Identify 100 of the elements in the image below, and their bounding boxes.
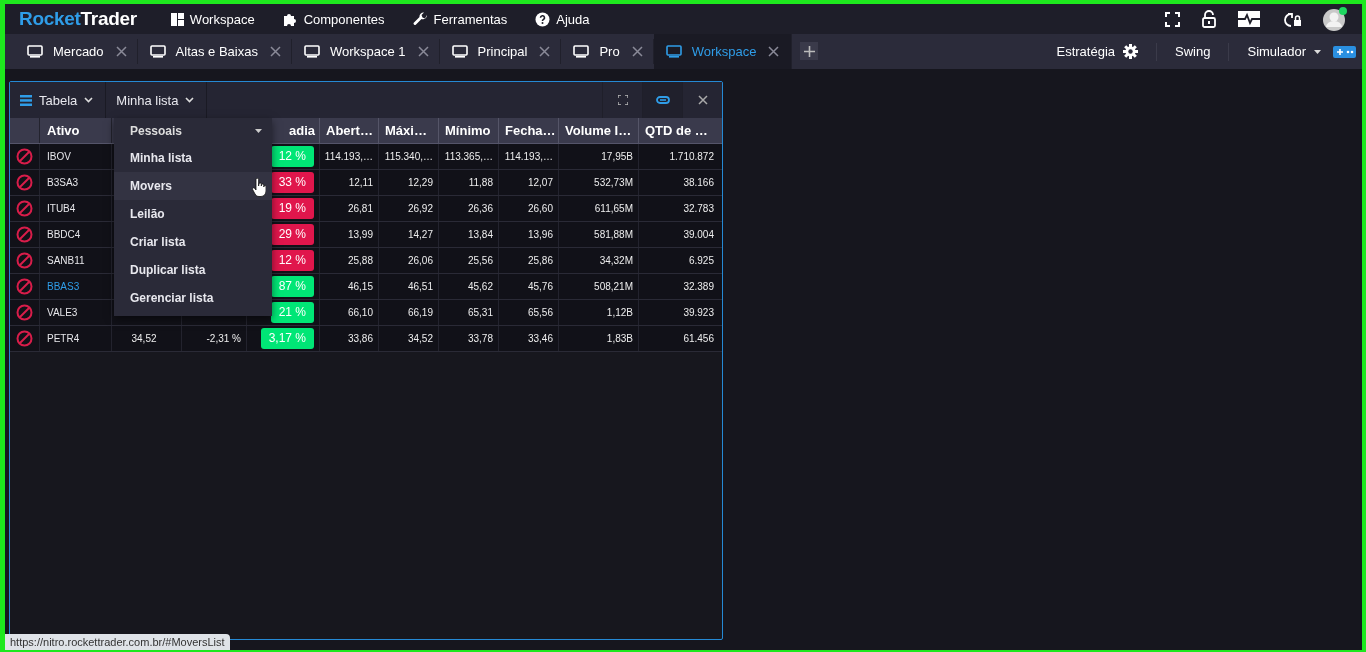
- column-header[interactable]: Abert…: [320, 118, 379, 143]
- table-cell: 26,06: [407, 255, 433, 266]
- table-cell: 38.166: [683, 177, 714, 188]
- blocked-icon[interactable]: [16, 252, 33, 269]
- table-cell: 33,46: [527, 333, 553, 344]
- ticker-cell: PETR4: [47, 333, 80, 344]
- change-badge: 3,17 %: [260, 328, 314, 349]
- close-icon[interactable]: [539, 46, 551, 57]
- monitor-icon: [303, 45, 320, 58]
- add-tab-button[interactable]: [800, 42, 819, 60]
- column-header[interactable]: Fecha…: [499, 118, 559, 143]
- toolbar-button[interactable]: Estratégia: [1038, 42, 1158, 61]
- table-cell: 33,86: [347, 333, 373, 344]
- blocked-icon[interactable]: [16, 174, 33, 191]
- avatar-icon[interactable]: [1322, 6, 1348, 32]
- settings-icon: [1123, 44, 1139, 59]
- menu-item[interactable]: Workspace: [170, 11, 255, 27]
- ticker-cell: SANB11: [47, 255, 85, 266]
- column-header[interactable]: Volume I…: [559, 118, 639, 143]
- blocked-icon[interactable]: [16, 330, 33, 347]
- table-cell: 33,78: [467, 333, 493, 344]
- table-cell: 34,52: [407, 333, 433, 344]
- table-cell: 6.925: [688, 255, 714, 266]
- ticker-cell: IBOV: [47, 151, 71, 162]
- table-cell: 13,96: [527, 229, 553, 240]
- table-cell: 114.193,…: [504, 151, 553, 162]
- table-cell: 13,99: [347, 229, 373, 240]
- table-cell: 26,36: [467, 203, 493, 214]
- menu-item[interactable]: Ferramentas: [412, 11, 508, 27]
- puzzle-icon: [282, 11, 298, 27]
- ticker-cell: VALE3: [47, 307, 78, 318]
- toolbar-button[interactable]: Swing: [1157, 42, 1230, 61]
- table-cell: 13,84: [467, 229, 493, 240]
- column-header[interactable]: Máxi…: [379, 118, 439, 143]
- workspace-tab[interactable]: Mercado: [15, 39, 138, 64]
- table-cell: 114.193,…: [324, 151, 373, 162]
- close-icon: [697, 95, 708, 105]
- blocked-icon[interactable]: [16, 226, 33, 243]
- change-badge: 29 %: [270, 224, 314, 245]
- table-cell: 46,51: [407, 281, 433, 292]
- close-icon[interactable]: [269, 46, 281, 57]
- blocked-icon[interactable]: [16, 200, 33, 217]
- table-cell: 45,62: [467, 281, 493, 292]
- menu-option[interactable]: Minha lista: [114, 144, 272, 172]
- change-badge: 12 %: [270, 146, 314, 167]
- table-cell: 65,31: [467, 307, 493, 318]
- menu-item[interactable]: Ajuda: [535, 11, 590, 27]
- workspace-tab[interactable]: Altas e Baixas: [137, 39, 292, 64]
- table-cell: 14,27: [407, 229, 433, 240]
- caret-icon: [255, 129, 262, 133]
- table-cell: 34,32M: [599, 255, 633, 266]
- wrench-icon: [412, 11, 428, 27]
- gamepad-icon[interactable]: [1333, 45, 1356, 58]
- column-header[interactable]: Mínimo: [439, 118, 499, 143]
- table-cell: 65,56: [527, 307, 553, 318]
- chevron-icon: [185, 97, 195, 103]
- blocked-icon[interactable]: [16, 304, 33, 321]
- table-cell: 66,19: [407, 307, 433, 318]
- menu-option[interactable]: Duplicar lista: [114, 256, 272, 284]
- link-button[interactable]: [642, 82, 682, 118]
- table-cell: 1,12B: [606, 307, 633, 318]
- table-cell: 45,76: [527, 281, 553, 292]
- pulse-icon[interactable]: [1238, 11, 1260, 27]
- ticker-cell: BBAS3: [47, 281, 80, 292]
- workspace-tab[interactable]: Principal: [439, 39, 562, 64]
- menu-option[interactable]: Movers: [114, 172, 272, 200]
- table-cell: 12,29: [407, 177, 433, 188]
- workspace-tab[interactable]: Pro: [561, 39, 654, 64]
- ticker-cell: BBDC4: [47, 229, 81, 240]
- close-icon[interactable]: [768, 46, 780, 57]
- change-badge: 21 %: [270, 302, 314, 323]
- ticker-cell: B3SA3: [47, 177, 79, 188]
- table-cell: 1,83B: [606, 333, 633, 344]
- menu-option[interactable]: Gerenciar lista: [114, 284, 272, 312]
- column-header[interactable]: QTD de …: [639, 118, 719, 143]
- table-cell: 39.004: [683, 229, 714, 240]
- workspace-tab[interactable]: Workspace: [653, 34, 793, 69]
- sync-lock-icon[interactable]: [1282, 10, 1302, 28]
- workspace-tab[interactable]: Workspace 1: [291, 39, 440, 64]
- table-cell: 11,88: [468, 177, 493, 188]
- monitor-icon: [149, 45, 166, 58]
- table-cell: 25,86: [527, 255, 553, 266]
- close-icon[interactable]: [631, 46, 643, 57]
- table-cell: 532,73M: [594, 177, 633, 188]
- close-icon[interactable]: [417, 46, 429, 57]
- monitor-icon: [573, 45, 590, 58]
- monitor-icon: [451, 45, 468, 58]
- fullscreen-icon[interactable]: [1165, 11, 1180, 27]
- menu-option[interactable]: Leilão: [114, 200, 272, 228]
- link-icon: [655, 96, 670, 104]
- chevron-icon: [84, 97, 94, 103]
- unlock-icon[interactable]: [1202, 10, 1216, 28]
- mode-dropdown[interactable]: Simulador: [1229, 42, 1331, 61]
- menu-option[interactable]: Criar lista: [114, 228, 272, 256]
- list-icon: [20, 94, 32, 106]
- blocked-icon[interactable]: [16, 148, 33, 165]
- menu-item[interactable]: Componentes: [282, 11, 385, 27]
- column-header[interactable]: Ativo: [40, 118, 112, 143]
- close-icon[interactable]: [115, 46, 127, 57]
- blocked-icon[interactable]: [16, 278, 33, 295]
